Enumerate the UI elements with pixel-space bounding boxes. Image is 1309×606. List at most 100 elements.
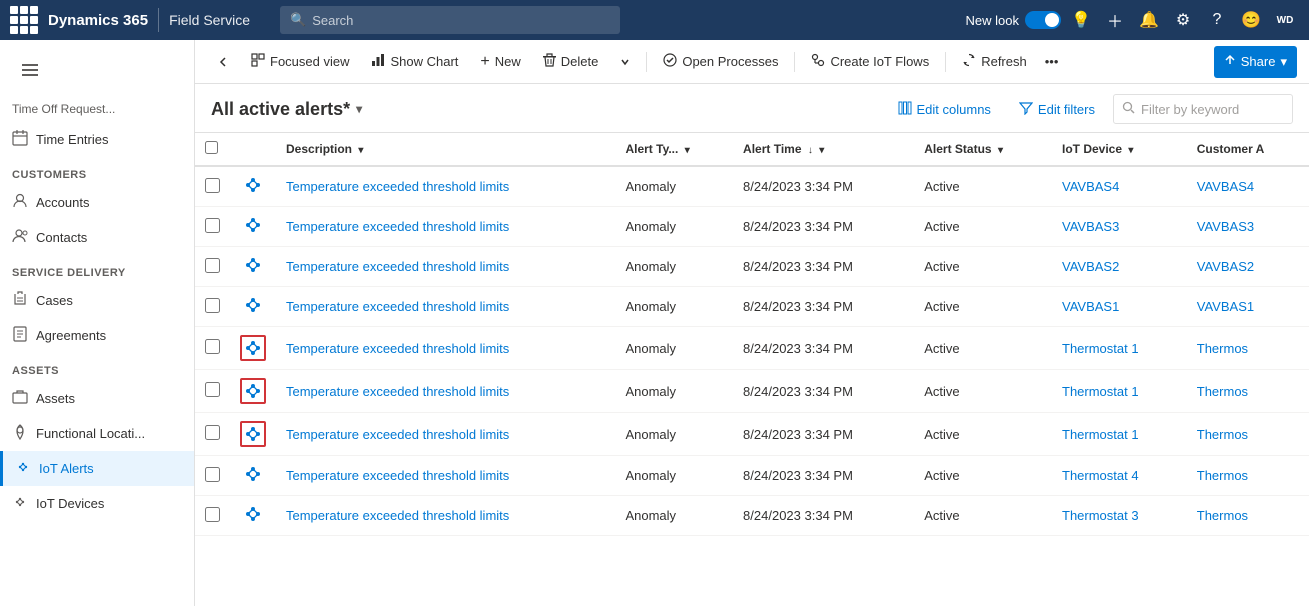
show-chart-button[interactable]: Show Chart xyxy=(361,46,468,78)
iot-device-link[interactable]: VAVBAS4 xyxy=(1062,179,1119,194)
view-actions: Edit columns Edit filters xyxy=(888,94,1294,124)
customer-asset-link[interactable]: VAVBAS4 xyxy=(1197,179,1254,194)
iot-device-link[interactable]: Thermostat 3 xyxy=(1062,508,1139,523)
sidebar-item-time-entries[interactable]: Time Entries xyxy=(0,122,194,157)
col-alert-status[interactable]: Alert Status ▾ xyxy=(914,133,1052,166)
alert-description-link[interactable]: Temperature exceeded threshold limits xyxy=(286,384,509,399)
sidebar-item-agreements[interactable]: Agreements xyxy=(0,318,194,353)
iot-device-link[interactable]: VAVBAS3 xyxy=(1062,219,1119,234)
view-title-caret-icon[interactable]: ▾ xyxy=(356,102,362,116)
new-look-toggle[interactable] xyxy=(1025,11,1061,29)
col-customer-asset[interactable]: Customer A xyxy=(1187,133,1309,166)
col-description[interactable]: Description ▾ xyxy=(276,133,615,166)
assets-section-header: Assets xyxy=(0,353,194,381)
chart-icon xyxy=(371,53,385,70)
iot-device-link[interactable]: VAVBAS1 xyxy=(1062,299,1119,314)
iot-device-link[interactable]: Thermostat 4 xyxy=(1062,468,1139,483)
select-all-checkbox[interactable] xyxy=(205,141,218,154)
customer-asset-link[interactable]: Thermos xyxy=(1197,427,1248,442)
lightbulb-icon[interactable]: 💡 xyxy=(1067,6,1095,34)
search-input[interactable] xyxy=(312,13,610,28)
sidebar-item-contacts[interactable]: Contacts xyxy=(0,220,194,255)
focused-view-icon xyxy=(251,53,265,70)
iot-row-icon xyxy=(240,378,266,404)
search-bar[interactable]: 🔍 xyxy=(280,6,620,34)
back-button[interactable] xyxy=(207,46,239,78)
alert-status-cell: Active xyxy=(914,166,1052,207)
refresh-button[interactable]: Refresh xyxy=(952,46,1037,78)
row-checkbox[interactable] xyxy=(205,425,220,440)
keyword-filter[interactable] xyxy=(1113,94,1293,124)
row-checkbox[interactable] xyxy=(205,467,220,482)
alert-description-link[interactable]: Temperature exceeded threshold limits xyxy=(286,259,509,274)
dropdown-button[interactable] xyxy=(610,46,640,78)
customer-asset-link[interactable]: VAVBAS2 xyxy=(1197,259,1254,274)
iot-device-link[interactable]: VAVBAS2 xyxy=(1062,259,1119,274)
create-iot-flows-button[interactable]: Create IoT Flows xyxy=(801,46,939,78)
keyword-filter-input[interactable] xyxy=(1141,102,1271,117)
share-button[interactable]: Share ▾ xyxy=(1214,46,1297,78)
customer-asset-link[interactable]: VAVBAS1 xyxy=(1197,299,1254,314)
customer-asset-link[interactable]: Thermos xyxy=(1197,508,1248,523)
customer-asset-link[interactable]: Thermos xyxy=(1197,468,1248,483)
new-button[interactable]: + New xyxy=(470,46,530,78)
col-alert-time[interactable]: Alert Time ↓ ▾ xyxy=(733,133,914,166)
table-row: Temperature exceeded threshold limitsAno… xyxy=(195,456,1309,496)
sidebar-item-functional-locations[interactable]: Functional Locati... xyxy=(0,416,194,451)
more-options-button[interactable]: ••• xyxy=(1039,46,1065,78)
alert-description-link[interactable]: Temperature exceeded threshold limits xyxy=(286,219,509,234)
alert-status-cell: Active xyxy=(914,413,1052,456)
col-alert-type[interactable]: Alert Ty... ▾ xyxy=(615,133,733,166)
customer-asset-link[interactable]: Thermos xyxy=(1197,341,1248,356)
cmd-divider-2 xyxy=(794,52,795,72)
alert-description-link[interactable]: Temperature exceeded threshold limits xyxy=(286,299,509,314)
row-checkbox[interactable] xyxy=(205,507,220,522)
table-row: Temperature exceeded threshold limitsAno… xyxy=(195,287,1309,327)
plus-icon[interactable]: ＋ xyxy=(1101,6,1129,34)
row-checkbox[interactable] xyxy=(205,298,220,313)
table-row: Temperature exceeded threshold limitsAno… xyxy=(195,496,1309,536)
alert-status-cell: Active xyxy=(914,207,1052,247)
open-processes-button[interactable]: Open Processes xyxy=(653,46,788,78)
alert-description-link[interactable]: Temperature exceeded threshold limits xyxy=(286,427,509,442)
customer-asset-link[interactable]: VAVBAS3 xyxy=(1197,219,1254,234)
row-checkbox[interactable] xyxy=(205,218,220,233)
row-checkbox[interactable] xyxy=(205,382,220,397)
bell-icon[interactable]: 🔔 xyxy=(1135,6,1163,34)
select-all-col[interactable] xyxy=(195,133,230,166)
alert-description-link[interactable]: Temperature exceeded threshold limits xyxy=(286,468,509,483)
apps-grid-icon[interactable] xyxy=(10,6,38,34)
sidebar-item-time-off[interactable]: Time Off Request... xyxy=(0,96,194,122)
edit-filters-button[interactable]: Edit filters xyxy=(1009,96,1105,123)
iot-device-link[interactable]: Thermostat 1 xyxy=(1062,341,1139,356)
brand-avatar[interactable]: WD xyxy=(1271,6,1299,34)
app-title: Dynamics 365 xyxy=(48,12,148,29)
row-checkbox[interactable] xyxy=(205,339,220,354)
sidebar-item-iot-alerts[interactable]: IoT Alerts xyxy=(0,451,194,486)
delete-button[interactable]: Delete xyxy=(533,46,609,78)
user-icon[interactable]: 😊 xyxy=(1237,6,1265,34)
focused-view-button[interactable]: Focused view xyxy=(241,46,359,78)
sidebar-item-cases[interactable]: Cases xyxy=(0,283,194,318)
sidebar-item-label: Contacts xyxy=(36,230,87,245)
help-icon[interactable]: ? xyxy=(1203,6,1231,34)
row-checkbox[interactable] xyxy=(205,258,220,273)
iot-device-link[interactable]: Thermostat 1 xyxy=(1062,384,1139,399)
edit-columns-button[interactable]: Edit columns xyxy=(888,96,1001,123)
delete-label: Delete xyxy=(561,54,599,69)
alert-description-link[interactable]: Temperature exceeded threshold limits xyxy=(286,179,509,194)
sidebar-item-accounts[interactable]: Accounts xyxy=(0,185,194,220)
settings-icon[interactable]: ⚙ xyxy=(1169,6,1197,34)
customer-asset-link[interactable]: Thermos xyxy=(1197,384,1248,399)
sidebar-item-iot-devices[interactable]: IoT Devices xyxy=(0,486,194,521)
sidebar-item-assets[interactable]: Assets xyxy=(0,381,194,416)
alert-description-link[interactable]: Temperature exceeded threshold limits xyxy=(286,341,509,356)
row-checkbox[interactable] xyxy=(205,178,220,193)
alert-description-link[interactable]: Temperature exceeded threshold limits xyxy=(286,508,509,523)
sidebar-menu-icon[interactable] xyxy=(16,56,44,84)
iot-device-link[interactable]: Thermostat 1 xyxy=(1062,427,1139,442)
col-iot-device[interactable]: IoT Device ▾ xyxy=(1052,133,1187,166)
table-row: Temperature exceeded threshold limitsAno… xyxy=(195,166,1309,207)
search-icon: 🔍 xyxy=(290,12,306,28)
table-row: Temperature exceeded threshold limitsAno… xyxy=(195,327,1309,370)
